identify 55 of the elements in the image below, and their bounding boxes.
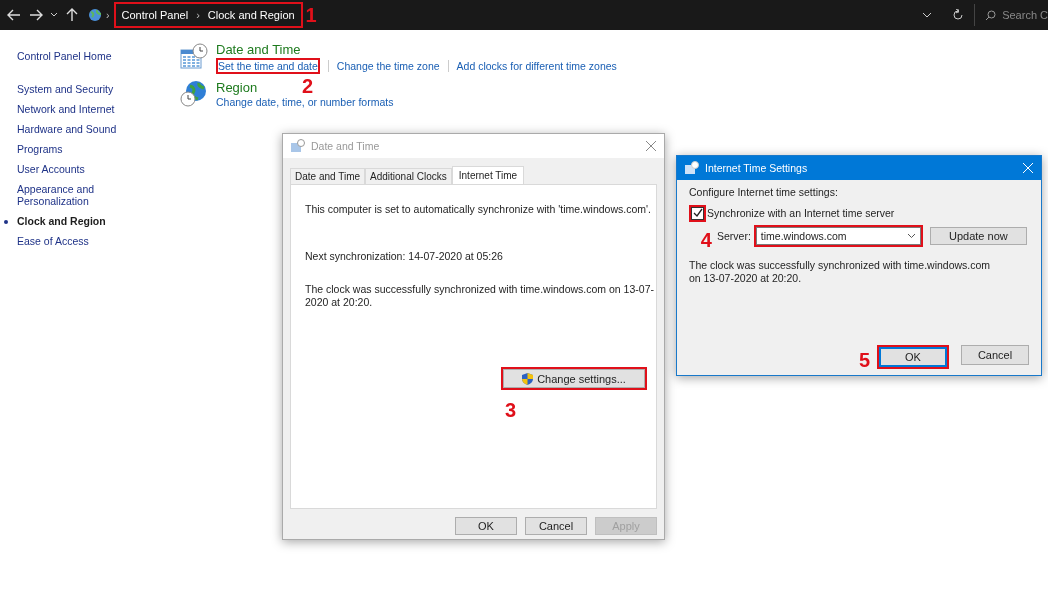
sidebar-item[interactable]: Appearance and Personalization xyxy=(3,179,129,211)
sidebar-item[interactable]: Control Panel Home xyxy=(3,46,129,66)
tab[interactable]: Date and Time xyxy=(290,168,366,184)
change-settings-button[interactable]: Change settings... xyxy=(503,369,645,388)
dialog-button[interactable]: Cancel xyxy=(525,517,587,535)
sidebar-item[interactable]: Network and Internet xyxy=(3,99,129,119)
up-arrow-icon[interactable] xyxy=(64,7,80,23)
sidebar-item[interactable]: Programs xyxy=(3,139,129,159)
breadcrumb-item[interactable]: Clock and Region xyxy=(207,9,295,21)
category-link[interactable]: Change date, time, or number formats xyxy=(216,96,394,108)
status-text: Next synchronization: 14-07-2020 at 05:26 xyxy=(305,250,504,263)
chevron-down-icon[interactable] xyxy=(922,10,933,20)
category-link[interactable]: Add clocks for different time zones xyxy=(456,60,617,72)
category-title[interactable]: Region xyxy=(216,80,258,96)
sidebar-item[interactable]: User Accounts xyxy=(3,159,129,179)
search-icon xyxy=(985,9,997,21)
shield-icon xyxy=(522,372,534,385)
category-link[interactable]: Set the time and date xyxy=(218,60,318,72)
sidebar-item[interactable]: Hardware and Sound xyxy=(3,119,129,139)
search-field[interactable]: Search C xyxy=(974,4,1048,26)
step-number: 3 xyxy=(505,399,517,421)
update-now-button[interactable]: Update now xyxy=(929,226,1027,245)
sidebar-item[interactable]: Clock and Region xyxy=(3,211,129,231)
step-number: 4 xyxy=(700,228,712,251)
close-icon[interactable] xyxy=(646,141,656,151)
breadcrumb-separator: › xyxy=(106,9,110,21)
status-text: This computer is set to automatically synchronize with 'time.windows.com'. xyxy=(305,203,652,216)
globe-icon xyxy=(88,8,102,22)
status-text: The clock was successfully synchronized with time.windows.com on 13-07-2020 at 20:20. xyxy=(689,258,992,285)
category-title[interactable]: Date and Time xyxy=(216,42,301,58)
sidebar-item[interactable]: System and Security xyxy=(3,79,129,99)
breadcrumb-separator: › xyxy=(196,9,200,21)
field-label: Server: xyxy=(717,229,751,242)
server-dropdown[interactable]: time.windows.com xyxy=(755,226,921,245)
window-title: Internet Time Settings xyxy=(705,161,809,174)
dialog-button[interactable]: OK xyxy=(879,347,947,367)
step-number: 2 xyxy=(302,75,314,97)
window-title: Date and Time xyxy=(311,140,381,152)
step-number: 1 xyxy=(305,4,317,26)
forward-arrow-icon[interactable] xyxy=(28,7,44,23)
step-number: 5 xyxy=(859,349,871,371)
chevron-down-icon[interactable] xyxy=(50,11,58,19)
sidebar-item[interactable]: Ease of Access xyxy=(3,231,129,251)
status-text: The clock was successfully synchronized with time.windows.com on 13-07-2020 at 20:20. xyxy=(305,283,655,309)
globe-clock-icon xyxy=(180,80,208,108)
back-arrow-icon[interactable] xyxy=(6,7,22,23)
checkbox-label[interactable]: Synchronize with an Internet time server xyxy=(707,207,895,219)
chevron-down-icon xyxy=(906,232,916,239)
dialog-button[interactable]: OK xyxy=(455,517,517,535)
breadcrumb-item[interactable]: Control Panel xyxy=(121,9,189,21)
section-heading: Configure Internet time settings: xyxy=(689,185,839,198)
tab[interactable]: Additional Clocks xyxy=(365,168,452,184)
category-link[interactable]: Change the time zone xyxy=(336,60,440,72)
dialog-button[interactable]: Cancel xyxy=(961,345,1029,365)
refresh-icon[interactable] xyxy=(952,9,965,21)
